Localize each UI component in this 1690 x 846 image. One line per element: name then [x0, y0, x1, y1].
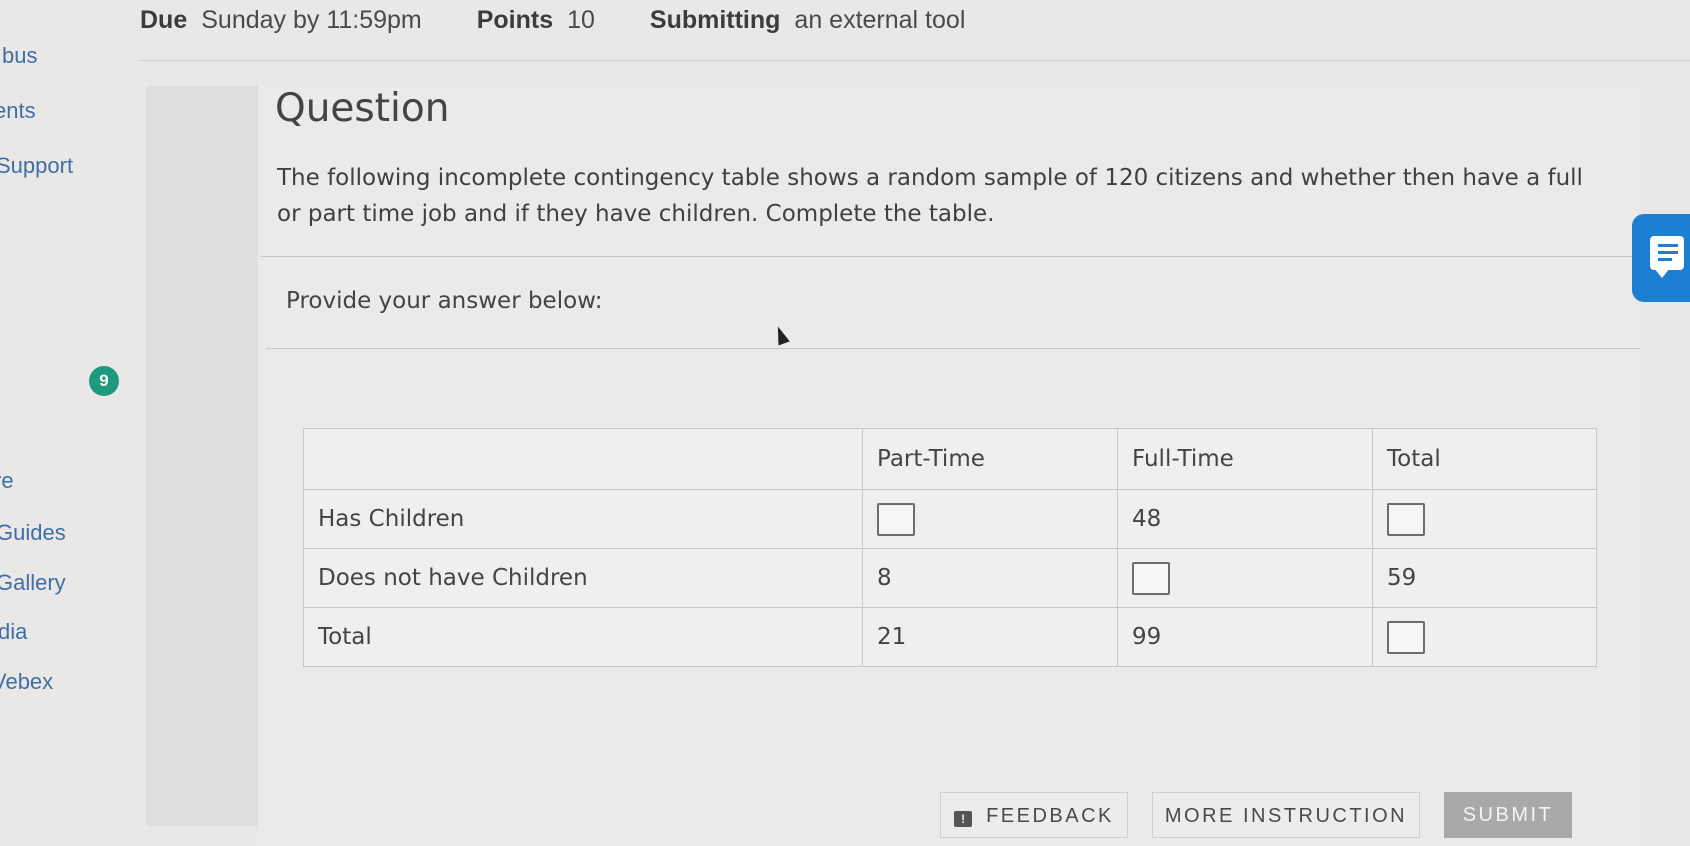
feedback-label: FEEDBACK [986, 805, 1114, 827]
more-instruction-label: MORE INSTRUCTION [1164, 805, 1408, 827]
more-instruction-button[interactable]: MORE INSTRUCTION [1152, 792, 1420, 838]
answer-prompt: Provide your answer below: [286, 288, 603, 314]
sidebar-item-syllabus[interactable]: bus [2, 43, 37, 69]
sidebar-item-gallery[interactable]: Gallery [0, 570, 66, 596]
sidebar-item-webex[interactable]: Vebex [0, 669, 53, 695]
due-label: Due [140, 6, 188, 34]
course-sidebar: bus ents Support 9 re Guides Gallery dia… [0, 0, 140, 846]
sidebar-item-re[interactable]: re [0, 468, 14, 494]
points-label: Points [476, 6, 554, 34]
table-header-cell [303, 428, 863, 490]
table-row: Has Children 48 [303, 489, 1597, 549]
assignment-details: Due Sunday by 11:59pm Points 10 Submitting… [140, 6, 1013, 35]
row-label: Does not have Children [303, 548, 863, 608]
answer-cell [1117, 548, 1373, 608]
row-label: Has Children [303, 489, 863, 549]
submit-label: SUBMIT [1462, 804, 1554, 826]
sidebar-item-media[interactable]: dia [0, 619, 27, 645]
answer-input-has-children-total[interactable] [1387, 502, 1425, 536]
points-value: 10 [567, 6, 595, 34]
answer-cell [862, 489, 1118, 549]
answer-cell [1372, 489, 1597, 549]
due-detail: Due Sunday by 11:59pm [140, 6, 422, 35]
sidebar-item-support[interactable]: Support [0, 153, 73, 179]
question-title: Question [275, 86, 450, 131]
chat-tab-button[interactable] [1632, 214, 1690, 302]
due-value: Sunday by 11:59pm [201, 6, 422, 34]
submit-button[interactable]: SUBMIT [1444, 792, 1572, 838]
table-cell: 21 [862, 607, 1118, 667]
points-detail: Points 10 [477, 6, 595, 35]
feedback-icon: ! [954, 811, 973, 827]
table-header-cell: Part-Time [862, 428, 1118, 490]
contingency-table: Part-Time Full-Time Total Has Children 4… [303, 428, 1597, 667]
question-divider [260, 256, 1640, 257]
chat-icon [1650, 236, 1684, 270]
sidebar-item-guides[interactable]: Guides [0, 520, 66, 546]
table-cell: 99 [1117, 607, 1373, 667]
table-cell: 8 [862, 548, 1118, 608]
table-header-cell: Total [1372, 428, 1597, 490]
answer-input-grand-total[interactable] [1387, 620, 1425, 654]
question-text: The following incomplete contingency tab… [277, 165, 1583, 227]
feedback-button[interactable]: ! FEEDBACK [940, 792, 1128, 838]
table-header-row: Part-Time Full-Time Total [303, 428, 1597, 490]
submitting-label: Submitting [649, 6, 781, 34]
table-cell: 59 [1372, 548, 1597, 608]
row-label: Total [303, 607, 863, 667]
table-cell: 48 [1117, 489, 1373, 549]
table-header-cell: Full-Time [1117, 428, 1373, 490]
table-row: Does not have Children 8 59 [303, 548, 1597, 608]
table-row: Total 21 99 [303, 607, 1597, 667]
submitting-detail: Submitting an external tool [650, 6, 965, 35]
answer-input-has-children-part-time[interactable] [877, 502, 915, 536]
answer-input-no-children-full-time[interactable] [1132, 561, 1170, 595]
submitting-value: an external tool [794, 6, 966, 34]
answer-divider [266, 348, 1640, 349]
header-divider [140, 60, 1690, 61]
answer-cell [1372, 607, 1597, 667]
notification-badge: 9 [89, 366, 119, 396]
sidebar-item-assignments[interactable]: ents [0, 98, 36, 124]
